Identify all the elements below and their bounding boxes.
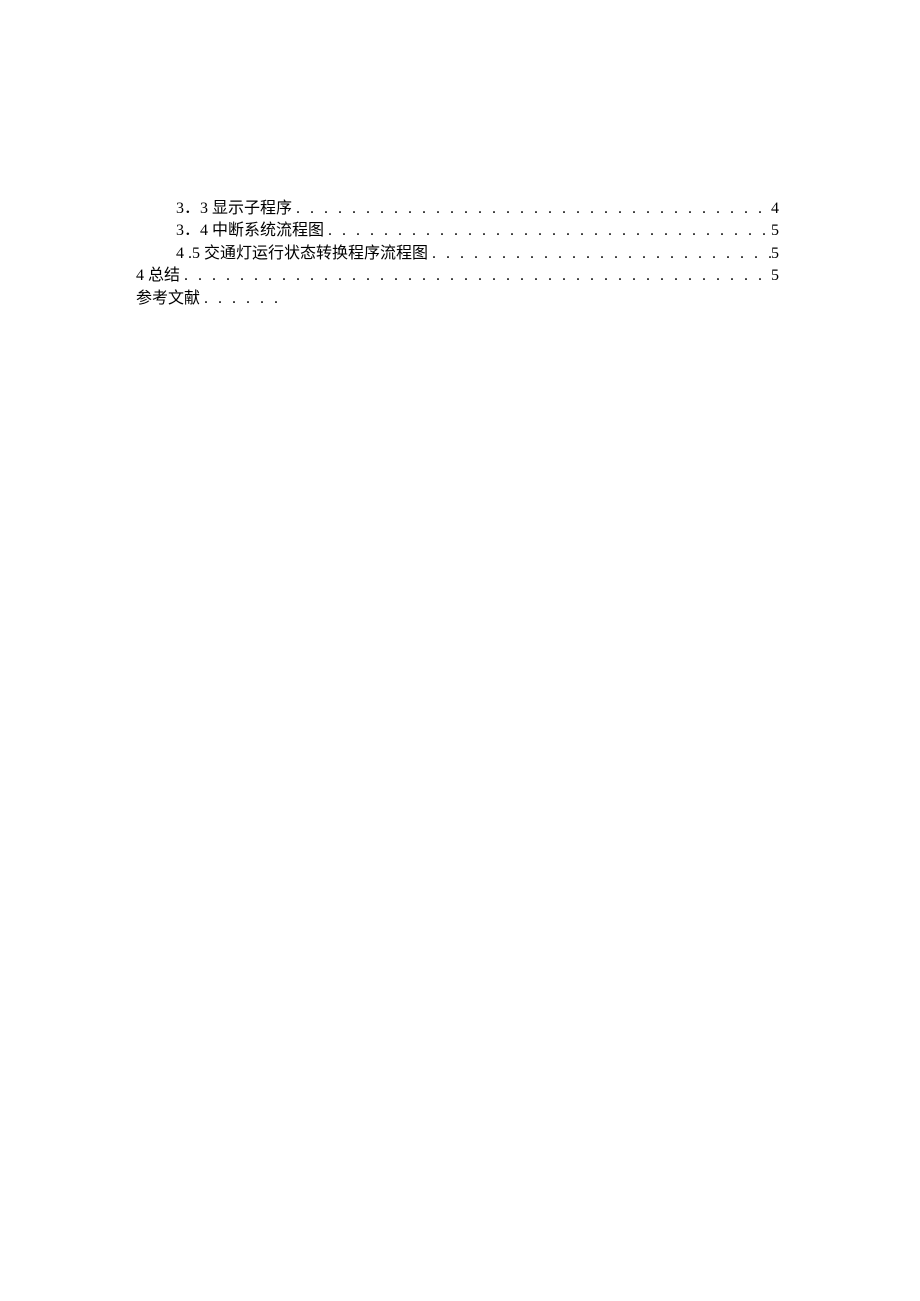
toc-entry: 3．4 中断系统流程图 5: [136, 220, 779, 242]
toc-title: 3．4 中断系统流程图: [176, 220, 324, 242]
toc-leader-dots-short: . . . . . .: [200, 288, 281, 310]
document-page: 3．3 显示子程序 4 3．4 中断系统流程图 5 4 .5 交通灯运行状态转换…: [0, 0, 920, 310]
toc-page-number: 4: [771, 198, 779, 220]
toc-entry: 3．3 显示子程序 4: [136, 198, 779, 220]
toc-page-number: 5: [771, 220, 779, 242]
toc-entry-trailing: 参考文献 . . . . . .: [136, 288, 779, 310]
toc-page-number: 5: [771, 243, 779, 265]
toc-title: 3．3 显示子程序: [176, 198, 292, 220]
toc-leader-dots: [324, 220, 771, 242]
toc-leader-dots: [180, 265, 771, 287]
toc-entry: 4 总结 5: [136, 265, 779, 287]
toc-leader-dots: [292, 198, 771, 220]
toc-title: 4 总结: [136, 265, 180, 287]
toc-title: 参考文献: [136, 288, 200, 310]
toc-entry: 4 .5 交通灯运行状态转换程序流程图 5: [136, 243, 779, 265]
toc-leader-dots: [428, 243, 771, 265]
toc-title: 4 .5 交通灯运行状态转换程序流程图: [176, 243, 428, 265]
toc-page-number: 5: [771, 265, 779, 287]
